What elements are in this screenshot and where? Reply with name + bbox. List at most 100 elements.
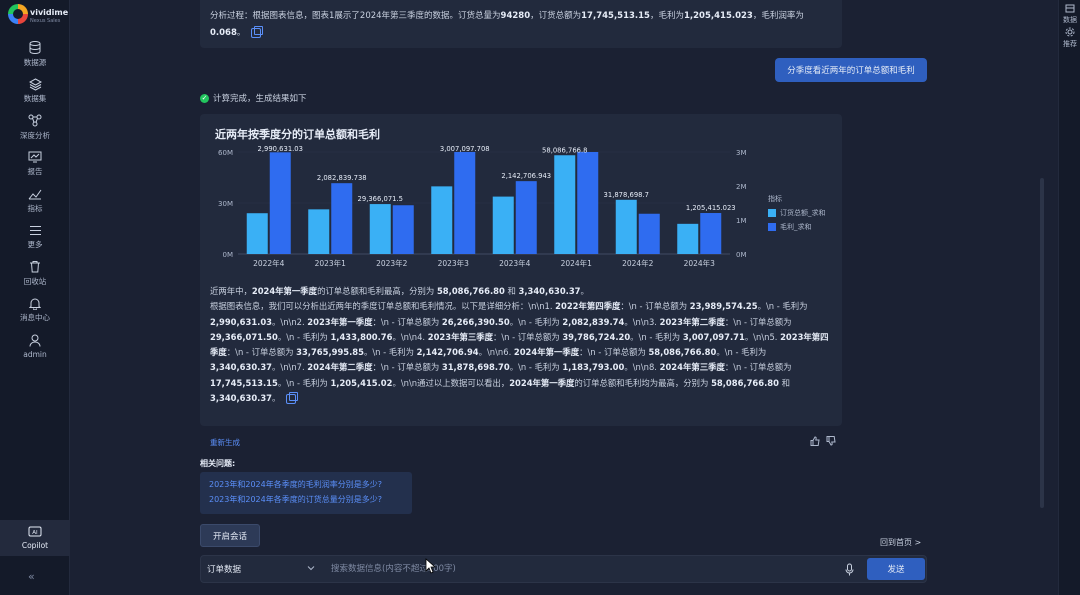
copy-icon[interactable] (286, 391, 299, 404)
dataset-select[interactable]: 订单数据 (207, 556, 319, 582)
prev-text: 分析过程：根据图表信息，图表1展示了2024年第三季度的数据。订货总量为 (210, 11, 501, 21)
analysis-bold: 2024年第一季度 (251, 286, 318, 296)
trash-icon (27, 260, 43, 274)
analysis-bold: 1,433,800.76 (330, 331, 393, 342)
bar-profit (331, 183, 353, 254)
analysis-span: 。\n\n7. (272, 362, 308, 373)
data-label: 31,878,698.7 (604, 191, 649, 199)
prev-text: 。 (236, 28, 246, 38)
related-question-link[interactable]: 2023年和2024年各季度的毛利润率分别是多少? (209, 477, 403, 492)
thumbs-down-icon[interactable] (826, 436, 836, 449)
collapse-sidebar-icon[interactable]: « (28, 570, 35, 583)
sidebar-nav: 数据源 数据集 深度分析 报告 指标 更多 回收站 消息中心 admin (0, 36, 70, 365)
regenerate-link[interactable]: 重新生成 (210, 437, 240, 448)
sidebar-item-more[interactable]: 更多 (0, 219, 70, 256)
chart-legend: 指标 订货总额_求和 毛利_求和 (768, 194, 826, 232)
data-icon (1065, 4, 1075, 15)
analysis-span: ：\n - 订单总额为 (579, 347, 649, 358)
back-home-link[interactable]: 回到首页 > (880, 537, 921, 548)
logo-name: vividime (30, 8, 69, 17)
legend-title: 指标 (768, 195, 782, 203)
data-label: 1,205,415.023 (686, 204, 736, 212)
legend-label: 订货总额_求和 (780, 209, 826, 217)
app-logo[interactable]: vividime Nexus Sales (8, 4, 68, 32)
analysis-span: 。 (272, 393, 281, 404)
copilot-button[interactable]: AI Copilot (0, 520, 70, 556)
bar-order-amount (615, 199, 637, 254)
logo-subtitle: Nexus Sales (30, 18, 61, 24)
analysis-span: 根据图表信息，我们可以分析出近两年的季度订单总额和毛利情况。以下是详细分析：\n… (210, 301, 556, 312)
legend-item[interactable]: 毛利_求和 (768, 222, 826, 232)
y-tick-left: 60M (218, 149, 233, 157)
sidebar-item-messages[interactable]: 消息中心 (0, 292, 70, 329)
new-chat-button[interactable]: 开启会话 (200, 524, 260, 547)
database-icon (27, 41, 43, 55)
bar-profit (392, 205, 414, 254)
analysis-span: 。 (580, 286, 589, 296)
legend-item[interactable]: 订货总额_求和 (768, 208, 826, 218)
sidebar: vividime Nexus Sales 数据源 数据集 深度分析 报告 指标 … (0, 0, 70, 595)
related-question-link[interactable]: 2023年和2024年各季度的订货总量分别是多少? (209, 492, 403, 507)
x-tick-label: 2024年1 (561, 258, 593, 268)
analysis-bold: 58,086,766.80 (711, 377, 779, 388)
microphone-icon[interactable] (843, 562, 855, 576)
y-tick-left: 0M (223, 251, 234, 259)
analysis-span: 近两年中， (210, 286, 252, 296)
data-label: 2,082,839.738 (317, 174, 367, 182)
dataset-value: 订单数据 (207, 565, 242, 575)
send-button[interactable]: 发送 (867, 558, 925, 580)
y-tick-right: 2M (736, 183, 747, 191)
related-questions: 2023年和2024年各季度的毛利润率分别是多少? 2023年和2024年各季度… (200, 472, 412, 514)
sidebar-item-metric[interactable]: 指标 (0, 182, 70, 219)
data-label: 29,366,071.5 (358, 195, 403, 203)
sidebar-item-deep-analysis[interactable]: 深度分析 (0, 109, 70, 146)
legend-label: 毛利_求和 (780, 223, 812, 231)
bar-order-amount (246, 213, 268, 254)
rail-data-label: 数据 (1063, 16, 1077, 24)
rail-recommend-label: 推荐 (1063, 40, 1077, 48)
sidebar-item-label: 深度分析 (20, 130, 50, 140)
analysis-span: ：\n - 订单总额为 (620, 301, 690, 312)
chat-scrollbar[interactable] (1040, 178, 1044, 508)
analysis-icon (27, 114, 43, 128)
analysis-bold: 3,340,630.37 (210, 362, 272, 373)
analysis-bold: 2,082,839.74 (562, 316, 625, 327)
check-circle-icon: ✓ (200, 93, 209, 103)
related-questions-title: 相关问题: (200, 459, 236, 468)
analysis-text: 近两年中，2024年第一季度的订单总额和毛利最高，分别为 58,086,766.… (210, 284, 830, 406)
prev-qty: 94280 (500, 11, 531, 21)
query-input[interactable] (331, 560, 831, 578)
gear-icon (1065, 27, 1075, 39)
analysis-span: 和 (778, 377, 790, 388)
rail-recommend-button[interactable]: 推荐 (1059, 27, 1080, 49)
sidebar-item-report[interactable]: 报告 (0, 146, 70, 183)
rail-data-button[interactable]: 数据 (1059, 4, 1080, 25)
prev-text: ，毛利润率为 (752, 11, 804, 21)
sidebar-item-recycle-bin[interactable]: 回收站 (0, 255, 70, 292)
analysis-bold: 23,989,574.25 (689, 301, 758, 312)
sidebar-item-datasource[interactable]: 数据源 (0, 36, 70, 73)
y-tick-right: 0M (736, 251, 747, 259)
analysis-span: 。\n\n3. (624, 316, 660, 327)
analysis-bold: 2024年第三季度 (659, 362, 725, 373)
bar-order-amount (431, 186, 453, 254)
analysis-span: 。\n - 毛利为 (630, 331, 683, 342)
sidebar-item-admin[interactable]: admin (0, 328, 70, 365)
analysis-bold: 2024年第二季度 (307, 362, 373, 373)
sidebar-item-label: 更多 (27, 240, 43, 250)
mouse-cursor-icon (425, 558, 435, 574)
analysis-bold: 1,183,793.00 (562, 362, 625, 373)
analysis-span: 。\n\n通过以上数据可以看出， (392, 377, 510, 388)
analysis-bold: 2023年第一季度 (307, 316, 373, 327)
sidebar-item-label: 报告 (27, 167, 43, 177)
bar-profit (638, 213, 660, 254)
legend-swatch (768, 209, 776, 217)
analysis-bold: 26,266,390.50 (441, 316, 510, 327)
copy-icon[interactable] (251, 25, 264, 38)
sidebar-item-dataset[interactable]: 数据集 (0, 73, 70, 110)
analysis-span: 和 (504, 286, 519, 296)
sidebar-item-label: admin (23, 349, 47, 359)
analysis-bold: 58,086,766.80 (436, 286, 505, 296)
thumbs-up-icon[interactable] (810, 436, 820, 449)
copilot-icon: AI (28, 526, 42, 541)
